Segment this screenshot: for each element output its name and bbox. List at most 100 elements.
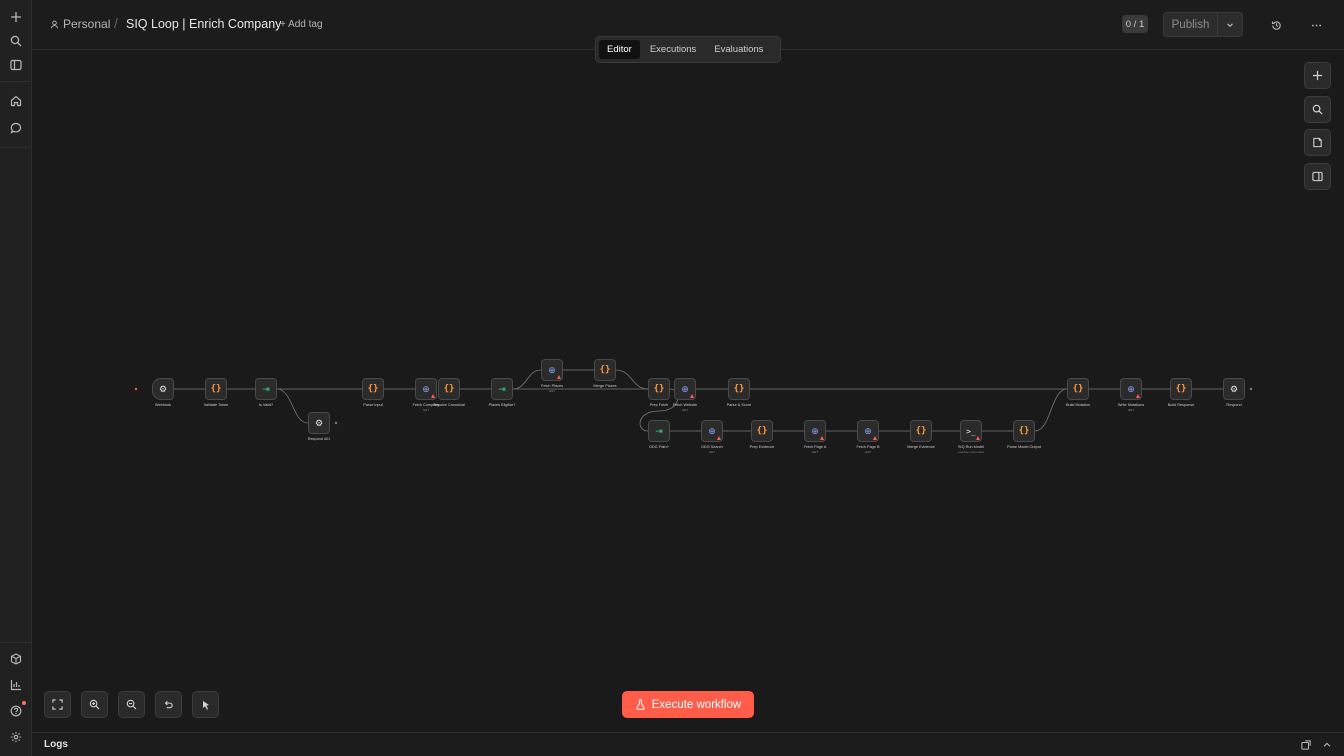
zoom-out-button[interactable] <box>118 691 145 718</box>
left-rail <box>0 0 32 756</box>
if-icon: ⇥ <box>655 425 663 436</box>
panel-toggle-button[interactable] <box>1304 163 1331 190</box>
node-fetchcompany[interactable]: ⊕ <box>415 378 437 400</box>
publish-label: Publish <box>1164 13 1218 36</box>
node-writemut[interactable]: ⊕ <box>1120 378 1142 400</box>
node-mergeplaces[interactable]: {} <box>594 359 616 381</box>
node-siqrun[interactable]: >_ <box>960 420 982 442</box>
node-fetchpagea[interactable]: ⊕ <box>804 420 826 442</box>
node-ddgpath[interactable]: ⇥ <box>648 420 670 442</box>
breadcrumb-separator: / <box>114 15 118 31</box>
node-placeselig[interactable]: ⇥ <box>491 378 513 400</box>
help-icon[interactable] <box>8 701 26 719</box>
code-icon: {} <box>1072 384 1084 394</box>
node-isvalid[interactable]: ⇥ <box>255 378 277 400</box>
popout-icon[interactable] <box>1299 738 1313 752</box>
tab-executions[interactable]: Executions <box>642 40 704 59</box>
node-label: Respond 401 <box>307 437 331 441</box>
node-fetchpageb[interactable]: ⊕ <box>857 420 879 442</box>
chat-icon[interactable] <box>8 120 24 136</box>
history-icon[interactable] <box>1268 17 1284 33</box>
settings-icon[interactable] <box>8 729 24 745</box>
code-icon: {} <box>367 384 379 394</box>
node-prepevidence[interactable]: {} <box>751 420 773 442</box>
execute-workflow-button[interactable]: Execute workflow <box>622 691 754 718</box>
search-icon[interactable] <box>8 33 24 49</box>
node-label: Build Mutation <box>1065 403 1091 407</box>
connection-line[interactable] <box>512 369 542 390</box>
node-label: Fetch Places <box>541 384 563 388</box>
code-icon: {} <box>653 384 665 394</box>
undo-button[interactable] <box>155 691 182 718</box>
app-root: Personal / SIQ Loop | Enrich Company + A… <box>0 0 1344 756</box>
insights-icon[interactable] <box>8 677 24 693</box>
node-label: Places Eligible? <box>488 403 516 407</box>
node-respond401[interactable]: ⚙ <box>308 412 330 434</box>
node-webhook[interactable]: ⚙ <box>152 378 174 400</box>
node-buildmutation[interactable]: {} <box>1067 378 1089 400</box>
flask-icon <box>635 699 645 710</box>
tidy-up-button[interactable] <box>192 691 219 718</box>
zoom-in-button[interactable] <box>81 691 108 718</box>
fit-view-button[interactable] <box>44 691 71 718</box>
user-icon <box>50 20 59 28</box>
node-prepfetch[interactable]: {} <box>648 378 670 400</box>
node-mergeevidence[interactable]: {} <box>910 420 932 442</box>
node-label: SIQ Run Model <box>958 445 984 449</box>
node-fetchwebsite[interactable]: ⊕ <box>674 378 696 400</box>
node-subtitle: GET <box>681 408 689 412</box>
sticky-note-button[interactable] <box>1304 129 1331 156</box>
node-validate[interactable]: {} <box>205 378 227 400</box>
code-icon: {} <box>443 384 455 394</box>
node-subtitle: execute: command <box>958 450 984 454</box>
warning-icon <box>820 436 824 440</box>
workflow-canvas[interactable]: ⚙ Webhook {} Validate Token ⇥ Is Valid? ⚙ Respo… <box>32 50 1344 732</box>
more-options-icon[interactable] <box>1308 17 1324 33</box>
tab-editor[interactable]: Editor <box>599 40 640 59</box>
publish-button[interactable]: Publish <box>1163 12 1243 37</box>
node-label: Is Valid? <box>258 403 274 407</box>
node-fetchplaces[interactable]: ⊕ <box>541 359 563 381</box>
templates-icon[interactable] <box>8 651 24 667</box>
breadcrumb-owner[interactable]: Personal <box>50 17 110 31</box>
add-tag-button[interactable]: + Add tag <box>280 19 323 30</box>
connection-line[interactable] <box>1034 388 1068 432</box>
globe-icon: ⊕ <box>681 383 689 394</box>
node-label: Write Mutations <box>1117 403 1145 407</box>
globe-icon: ⊕ <box>548 364 556 375</box>
plus-icon[interactable] <box>8 9 24 25</box>
node-buildresp[interactable]: {} <box>1170 378 1192 400</box>
if-icon: ⇥ <box>498 383 506 394</box>
logs-panel-bar[interactable]: Logs <box>32 732 1344 756</box>
connection-handle[interactable] <box>334 421 338 425</box>
node-parsescore[interactable]: {} <box>728 378 750 400</box>
chevron-down-icon[interactable] <box>1218 13 1242 36</box>
search-nodes-button[interactable] <box>1304 96 1331 123</box>
warning-icon <box>557 375 561 379</box>
version-counter-badge: 0 / 1 <box>1122 15 1148 33</box>
terminal-icon: >_ <box>966 426 976 436</box>
node-parsemodel[interactable]: {} <box>1013 420 1035 442</box>
node-subtitle: GET <box>864 450 872 454</box>
tab-evaluations[interactable]: Evaluations <box>706 40 771 59</box>
workflow-title[interactable]: SIQ Loop | Enrich Company <box>126 17 281 31</box>
node-parseinput[interactable]: {} <box>362 378 384 400</box>
chevron-up-icon[interactable] <box>1320 738 1334 752</box>
webhook-icon: ⚙ <box>314 417 324 428</box>
connection-line[interactable] <box>276 388 309 424</box>
code-icon: {} <box>915 426 927 436</box>
connection-line[interactable] <box>615 369 649 390</box>
connection-handle[interactable] <box>134 387 138 391</box>
code-icon: {} <box>210 384 222 394</box>
warning-icon <box>1136 394 1140 398</box>
node-respond[interactable]: ⚙ <box>1223 378 1245 400</box>
logs-title: Logs <box>44 739 68 750</box>
home-icon[interactable] <box>8 93 24 109</box>
node-label: Validate Token <box>203 403 229 407</box>
webhook-icon: ⚙ <box>1229 383 1239 394</box>
add-node-button[interactable] <box>1304 62 1331 89</box>
connection-handle[interactable] <box>1249 387 1253 391</box>
node-resolvecanon[interactable]: {} <box>438 378 460 400</box>
node-ddgsearch[interactable]: ⊕ <box>701 420 723 442</box>
sidebar-toggle-icon[interactable] <box>8 57 24 73</box>
